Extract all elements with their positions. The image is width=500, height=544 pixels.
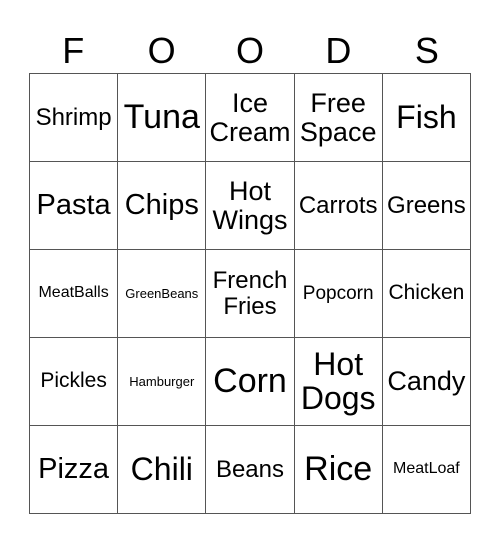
header-letter-f: F <box>62 30 85 71</box>
header-letter-d: D <box>325 30 352 71</box>
bingo-cell[interactable]: Pickles <box>30 338 119 426</box>
bingo-cell[interactable]: Pasta <box>30 162 119 250</box>
bingo-cell[interactable]: Ice Cream <box>206 74 295 162</box>
bingo-cell[interactable]: Beans <box>206 426 295 514</box>
bingo-cell[interactable]: Fish <box>382 74 471 162</box>
header-letter-o1: O <box>147 30 176 71</box>
bingo-cell[interactable]: Hamburger <box>118 338 207 426</box>
bingo-cell[interactable]: French Fries <box>206 250 295 338</box>
bingo-cell[interactable]: GreenBeans <box>118 250 207 338</box>
bingo-cell[interactable]: Carrots <box>294 162 383 250</box>
bingo-cell[interactable]: Chips <box>118 162 207 250</box>
bingo-cell[interactable]: Hot Wings <box>206 162 295 250</box>
bingo-cell[interactable]: MeatBalls <box>30 250 119 338</box>
bingo-cell[interactable]: Shrimp <box>30 74 119 162</box>
header-letter-s: S <box>414 30 439 71</box>
bingo-cell[interactable]: Tuna <box>118 74 207 162</box>
bingo-cell[interactable]: Pizza <box>30 426 119 514</box>
bingo-cell[interactable]: Hot Dogs <box>294 338 383 426</box>
header-letter-o2: O <box>236 30 265 71</box>
bingo-cell[interactable]: Chicken <box>382 250 471 338</box>
bingo-cell[interactable]: Greens <box>382 162 471 250</box>
bingo-cell[interactable]: Chili <box>118 426 207 514</box>
bingo-cell[interactable]: Popcorn <box>294 250 383 338</box>
bingo-cell[interactable]: MeatLoaf <box>382 426 471 514</box>
bingo-cell[interactable]: Corn <box>206 338 295 426</box>
free-space-cell[interactable]: Free Space <box>294 74 383 162</box>
bingo-header: F O O D S <box>29 28 471 73</box>
bingo-cell[interactable]: Rice <box>294 426 383 514</box>
bingo-grid: Shrimp Tuna Ice Cream Free Space Fish Pa… <box>29 73 471 514</box>
bingo-cell[interactable]: Candy <box>382 338 471 426</box>
